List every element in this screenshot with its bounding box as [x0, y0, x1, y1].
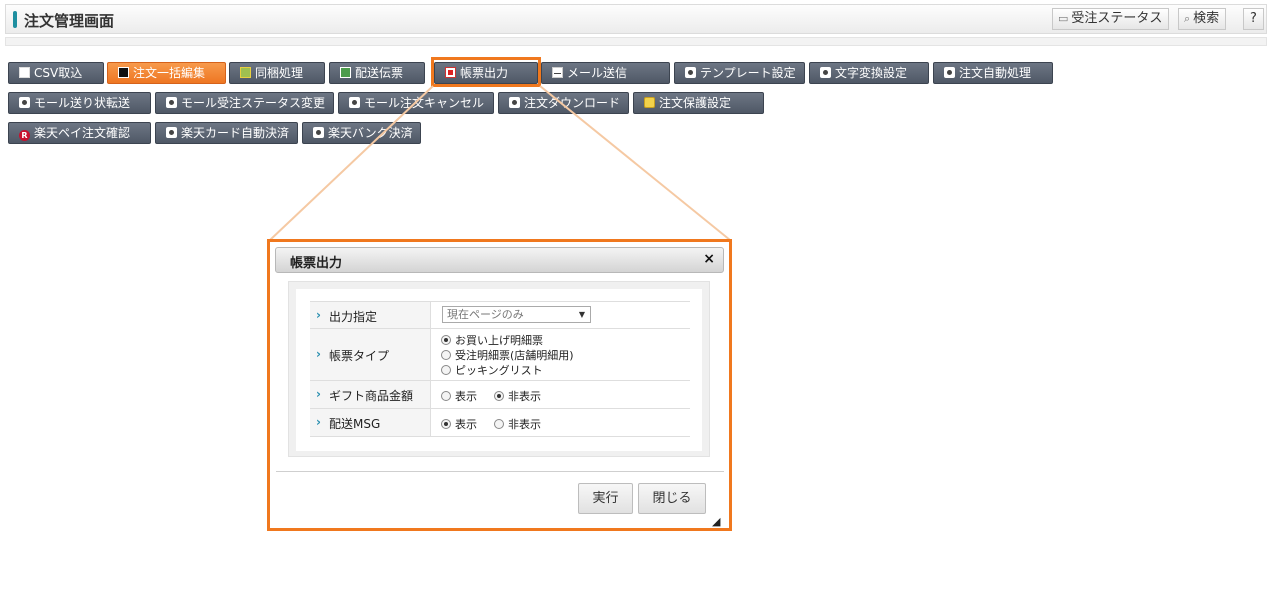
auto-order-process-button[interactable]: 注文自動処理 — [933, 62, 1053, 84]
output-spec-select[interactable]: 現在ページのみ ▼ — [442, 306, 591, 323]
output-spec-label: 出力指定 — [329, 310, 378, 324]
help-button[interactable]: ? — [1243, 8, 1264, 30]
execute-button[interactable]: 実行 — [578, 483, 633, 514]
order-download-button[interactable]: 注文ダウンロード — [498, 92, 629, 114]
gift-amount-hide-option[interactable]: 非表示 — [494, 388, 541, 404]
mall-tracking-transfer-button[interactable]: モール送り状転送 — [8, 92, 151, 114]
order-status-button[interactable]: ▭ 受注ステータス — [1052, 8, 1170, 30]
delivery-msg-label: 配送MSG — [329, 417, 381, 431]
import-icon — [19, 67, 30, 78]
dropdown-arrow-icon: ▼ — [578, 310, 585, 319]
page-header: 注文管理画面 ▭ 受注ステータス ⌕ 検索 ? — [5, 4, 1267, 34]
bundle-process-button[interactable]: 同梱処理 — [229, 62, 325, 84]
csv-import-button[interactable]: CSV取込 — [8, 62, 104, 84]
gear-icon — [313, 127, 324, 138]
chevron-right-icon: › — [316, 308, 321, 322]
delivery-msg-show-option[interactable]: 表示 — [441, 416, 477, 432]
radio-button[interactable] — [441, 335, 451, 345]
send-mail-button[interactable]: メール送信 — [541, 62, 670, 84]
radio-button[interactable] — [494, 419, 504, 429]
gift-amount-row: › ギフト商品金額 表示 非表示 — [310, 381, 690, 409]
rakuten-icon: R — [19, 130, 30, 141]
dialog-footer-divider — [276, 471, 724, 472]
search-icon: ⌕ — [1184, 12, 1191, 25]
gear-icon — [166, 97, 177, 108]
folder-icon: ▭ — [1058, 12, 1069, 25]
sub-header-bar — [5, 37, 1267, 46]
form-type-row: › 帳票タイプ お買い上げ明細票 受注明細票(店舗明細用) ピッキングリスト — [310, 329, 690, 381]
output-spec-label-cell: › 出力指定 — [310, 302, 431, 328]
bulk-edit-button[interactable]: 注文一括編集 — [107, 62, 226, 84]
gear-icon — [349, 97, 360, 108]
form-type-label: 帳票タイプ — [329, 349, 390, 363]
delivery-msg-label-cell: › 配送MSG — [310, 409, 431, 436]
gear-icon — [509, 97, 520, 108]
package-icon — [240, 67, 251, 78]
delivery-msg-hide-option[interactable]: 非表示 — [494, 416, 541, 432]
truck-icon — [340, 67, 351, 78]
resize-grip-icon[interactable]: ◢ — [712, 515, 720, 528]
edit-icon — [118, 67, 129, 78]
form-type-option-picking-list[interactable]: ピッキングリスト — [441, 362, 543, 378]
radio-button[interactable] — [441, 391, 451, 401]
mall-order-cancel-button[interactable]: モール注文キャンセル — [338, 92, 494, 114]
chevron-right-icon: › — [316, 347, 321, 361]
char-convert-settings-button[interactable]: 文字変換設定 — [809, 62, 929, 84]
close-icon[interactable]: × — [703, 251, 715, 267]
dialog-title: 帳票出力 — [290, 256, 343, 271]
radio-button[interactable] — [441, 365, 451, 375]
highlight-box — [431, 57, 541, 87]
gear-icon — [685, 67, 696, 78]
delivery-msg-row: › 配送MSG 表示 非表示 — [310, 409, 690, 437]
gear-icon — [166, 127, 177, 138]
close-button[interactable]: 閉じる — [638, 483, 706, 514]
radio-button[interactable] — [494, 391, 504, 401]
chevron-right-icon: › — [316, 387, 321, 401]
form-type-option-order-detail[interactable]: 受注明細票(店舗明細用) — [441, 347, 574, 363]
title-accent-bar — [13, 11, 17, 28]
lock-icon — [644, 97, 655, 108]
gear-icon — [19, 97, 30, 108]
dialog-titlebar[interactable]: 帳票出力 × — [275, 247, 724, 273]
form-type-option-purchase-receipt[interactable]: お買い上げ明細票 — [441, 332, 543, 348]
rakuten-pay-confirm-button[interactable]: R 楽天ペイ注文確認 — [8, 122, 151, 144]
radio-button[interactable] — [441, 350, 451, 360]
search-button[interactable]: ⌕ 検索 — [1178, 8, 1227, 30]
order-protection-settings-button[interactable]: 注文保護設定 — [633, 92, 764, 114]
gift-amount-show-option[interactable]: 表示 — [441, 388, 477, 404]
radio-button[interactable] — [441, 419, 451, 429]
template-settings-button[interactable]: テンプレート設定 — [674, 62, 805, 84]
gift-amount-label-cell: › ギフト商品金額 — [310, 381, 431, 408]
page-title: 注文管理画面 — [24, 12, 115, 30]
output-spec-row: › 出力指定 現在ページのみ ▼ — [310, 301, 690, 329]
gear-icon — [944, 67, 955, 78]
mall-order-status-change-button[interactable]: モール受注ステータス変更 — [155, 92, 334, 114]
form-type-label-cell: › 帳票タイプ — [310, 329, 431, 380]
gift-amount-label: ギフト商品金額 — [329, 389, 414, 403]
rakuten-card-auto-settle-button[interactable]: 楽天カード自動決済 — [155, 122, 298, 144]
mail-icon — [552, 67, 563, 78]
shipping-slip-button[interactable]: 配送伝票 — [329, 62, 425, 84]
chevron-right-icon: › — [316, 415, 321, 429]
gear-icon — [820, 67, 831, 78]
rakuten-bank-settle-button[interactable]: 楽天バンク決済 — [302, 122, 421, 144]
